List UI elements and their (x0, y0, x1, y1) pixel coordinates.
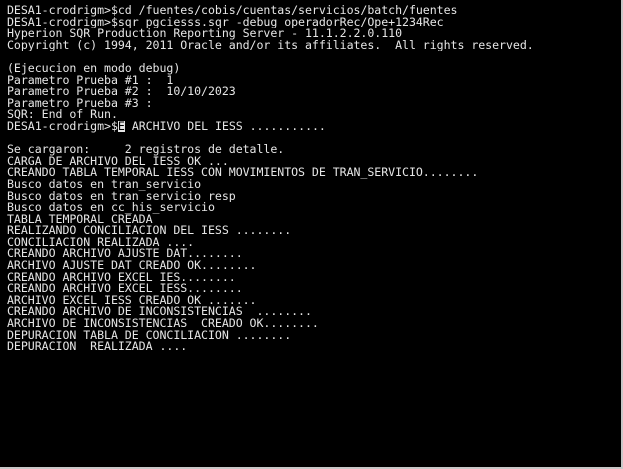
terminal-line: Parametro Prueba #3 : (7, 97, 153, 110)
terminal-output[interactable]: DESA1-crodrigm>$cd /fuentes/cobis/cuenta… (7, 5, 619, 353)
text-cursor: E (117, 120, 125, 133)
terminal-prompt-line[interactable]: DESA1-crodrigm>$E ARCHIVO DEL IESS .....… (7, 120, 619, 133)
terminal-line: Parametro Prueba #1 : 1 (7, 74, 174, 87)
terminal-line: CREANDO ARCHIVO EXCEL IESS........ (7, 283, 243, 295)
prompt-output-text: ARCHIVO DEL IESS ........... (124, 120, 326, 133)
terminal-line: SQR: End of Run. (7, 109, 118, 121)
terminal-line: (Ejecucion en modo debug) (7, 62, 181, 75)
terminal-line: ARCHIVO EXCEL IESS CREADO OK ....... (7, 294, 257, 307)
terminal-line: DESA1-crodrigm>$sqr pgciesss.sqr -debug … (7, 16, 444, 29)
terminal-line: ARCHIVO DE INCONSISTENCIAS CREADO OK....… (7, 318, 319, 330)
terminal-line: CREANDO ARCHIVO DE INCONSISTENCIAS .....… (7, 306, 312, 319)
terminal-line: DESA1-crodrigm>$cd /fuentes/cobis/cuenta… (7, 5, 458, 17)
terminal-line: TABLA TEMPORAL CREADA (7, 213, 153, 226)
terminal-line: Busco datos en cc_his_servicio (7, 202, 215, 214)
terminal-line: REALIZANDO CONCILIACION DEL IESS .......… (7, 225, 292, 237)
terminal-line: CONCILIACION REALIZADA .... (7, 236, 195, 249)
terminal-line: CREANDO ARCHIVO EXCEL IES........ (7, 271, 236, 284)
terminal-line: Hyperion SQR Production Reporting Server… (7, 28, 403, 40)
terminal-line: Busco datos en tran_servicio (7, 178, 202, 191)
terminal-line: Se cargaron: 2 registros de detalle. (7, 144, 285, 156)
terminal-line: DEPURACION REALIZADA .... (7, 341, 188, 353)
terminal-line: Copyright (c) 1994, 2011 Oracle and/or i… (7, 39, 534, 52)
terminal-line: ARCHIVO AJUSTE DAT CREADO OK........ (7, 260, 257, 272)
terminal-window[interactable]: DESA1-crodrigm>$cd /fuentes/cobis/cuenta… (0, 0, 623, 469)
terminal-line: Busco datos en tran_servicio_resp (7, 190, 236, 203)
terminal-line: Parametro Prueba #2 : 10/10/2023 (7, 86, 236, 98)
terminal-line: CARGA DE ARCHIVO DEL IESS OK ... (7, 155, 229, 168)
terminal-line: DEPURACION TABLA DE CONCILIACION .......… (7, 329, 292, 342)
terminal-line: CREANDO TABLA TEMPORAL IESS CON MOVIMIEN… (7, 167, 479, 179)
prompt-text: DESA1-crodrigm>$ (7, 120, 118, 133)
terminal-line: CREANDO ARCHIVO AJUSTE DAT........ (7, 248, 243, 261)
